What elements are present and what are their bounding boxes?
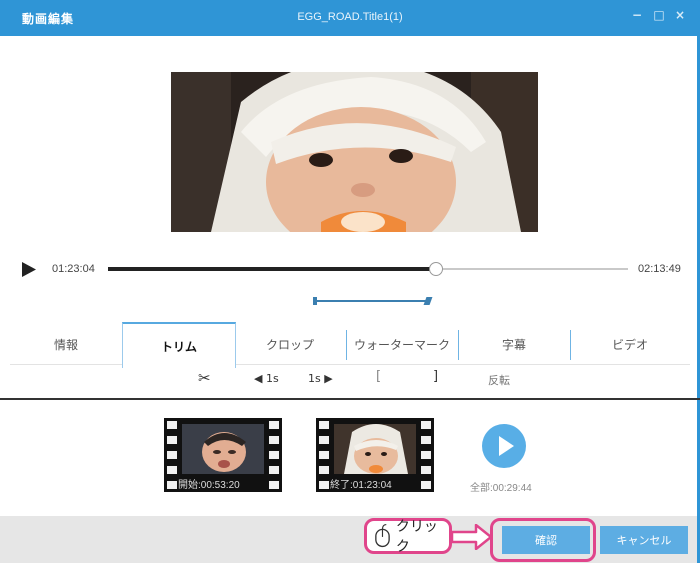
reverse-button[interactable]: 反転 <box>488 372 510 388</box>
seek-progress <box>108 267 436 271</box>
confirm-highlight-ring <box>490 518 596 562</box>
edit-tabs: 情報 トリム クロップ ウォーターマーク 字幕 ビデオ <box>10 322 690 368</box>
start-frame-image <box>182 424 264 474</box>
cancel-button[interactable]: キャンセル <box>600 526 688 554</box>
tab-crop[interactable]: クロップ <box>234 324 346 364</box>
scissors-icon[interactable]: ✂ <box>198 369 211 387</box>
play-circle-icon[interactable] <box>482 424 526 468</box>
total-time: 02:13:49 <box>638 263 681 275</box>
title-bar: 動画編集 EGG_ROAD.Title1(1) − □ × <box>0 0 700 36</box>
click-callout-text: クリック <box>395 519 438 555</box>
set-start-button[interactable]: [ <box>376 369 381 384</box>
start-clip-thumbnail[interactable]: 開始:00:53:20 <box>164 418 282 492</box>
seek-track[interactable] <box>108 267 628 271</box>
end-frame-image <box>334 424 416 474</box>
set-end-button[interactable]: ] <box>433 369 438 384</box>
play-icon[interactable] <box>22 262 36 277</box>
trim-toolbar: ✂ ◀ 1s 1s ▶ [ ] 反転 <box>0 366 700 394</box>
click-callout: クリック <box>364 518 452 555</box>
step-forward-button[interactable]: 1s ▶ <box>308 372 333 385</box>
trim-range-bar[interactable] <box>313 297 433 305</box>
end-clip-thumbnail[interactable]: 終了:01:23:04 <box>316 418 434 492</box>
trim-range-start-handle[interactable] <box>313 297 317 305</box>
close-button[interactable]: × <box>672 8 688 22</box>
section-divider <box>0 398 700 400</box>
total-duration-label: 全部:00:29:44 <box>470 483 532 494</box>
tab-watermark[interactable]: ウォーターマーク <box>346 324 458 364</box>
current-time: 01:23:04 <box>52 263 95 275</box>
start-time-label: 開始:00:53:20 <box>178 480 240 491</box>
window-title: EGG_ROAD.Title1(1) <box>297 11 403 23</box>
tab-video[interactable]: ビデオ <box>570 324 690 364</box>
step-back-button[interactable]: ◀ 1s <box>254 372 279 385</box>
seek-handle[interactable] <box>428 262 443 276</box>
tab-subtitle[interactable]: 字幕 <box>458 324 570 364</box>
minimize-button[interactable]: − <box>629 8 645 22</box>
maximize-button[interactable]: □ <box>651 8 667 22</box>
arrow-right-icon <box>452 524 492 550</box>
video-preview <box>171 72 538 232</box>
end-time-label: 終了:01:23:04 <box>330 480 392 491</box>
mouse-icon <box>375 524 390 548</box>
tab-info[interactable]: 情報 <box>10 324 122 364</box>
tab-trim[interactable]: トリム <box>122 322 236 368</box>
